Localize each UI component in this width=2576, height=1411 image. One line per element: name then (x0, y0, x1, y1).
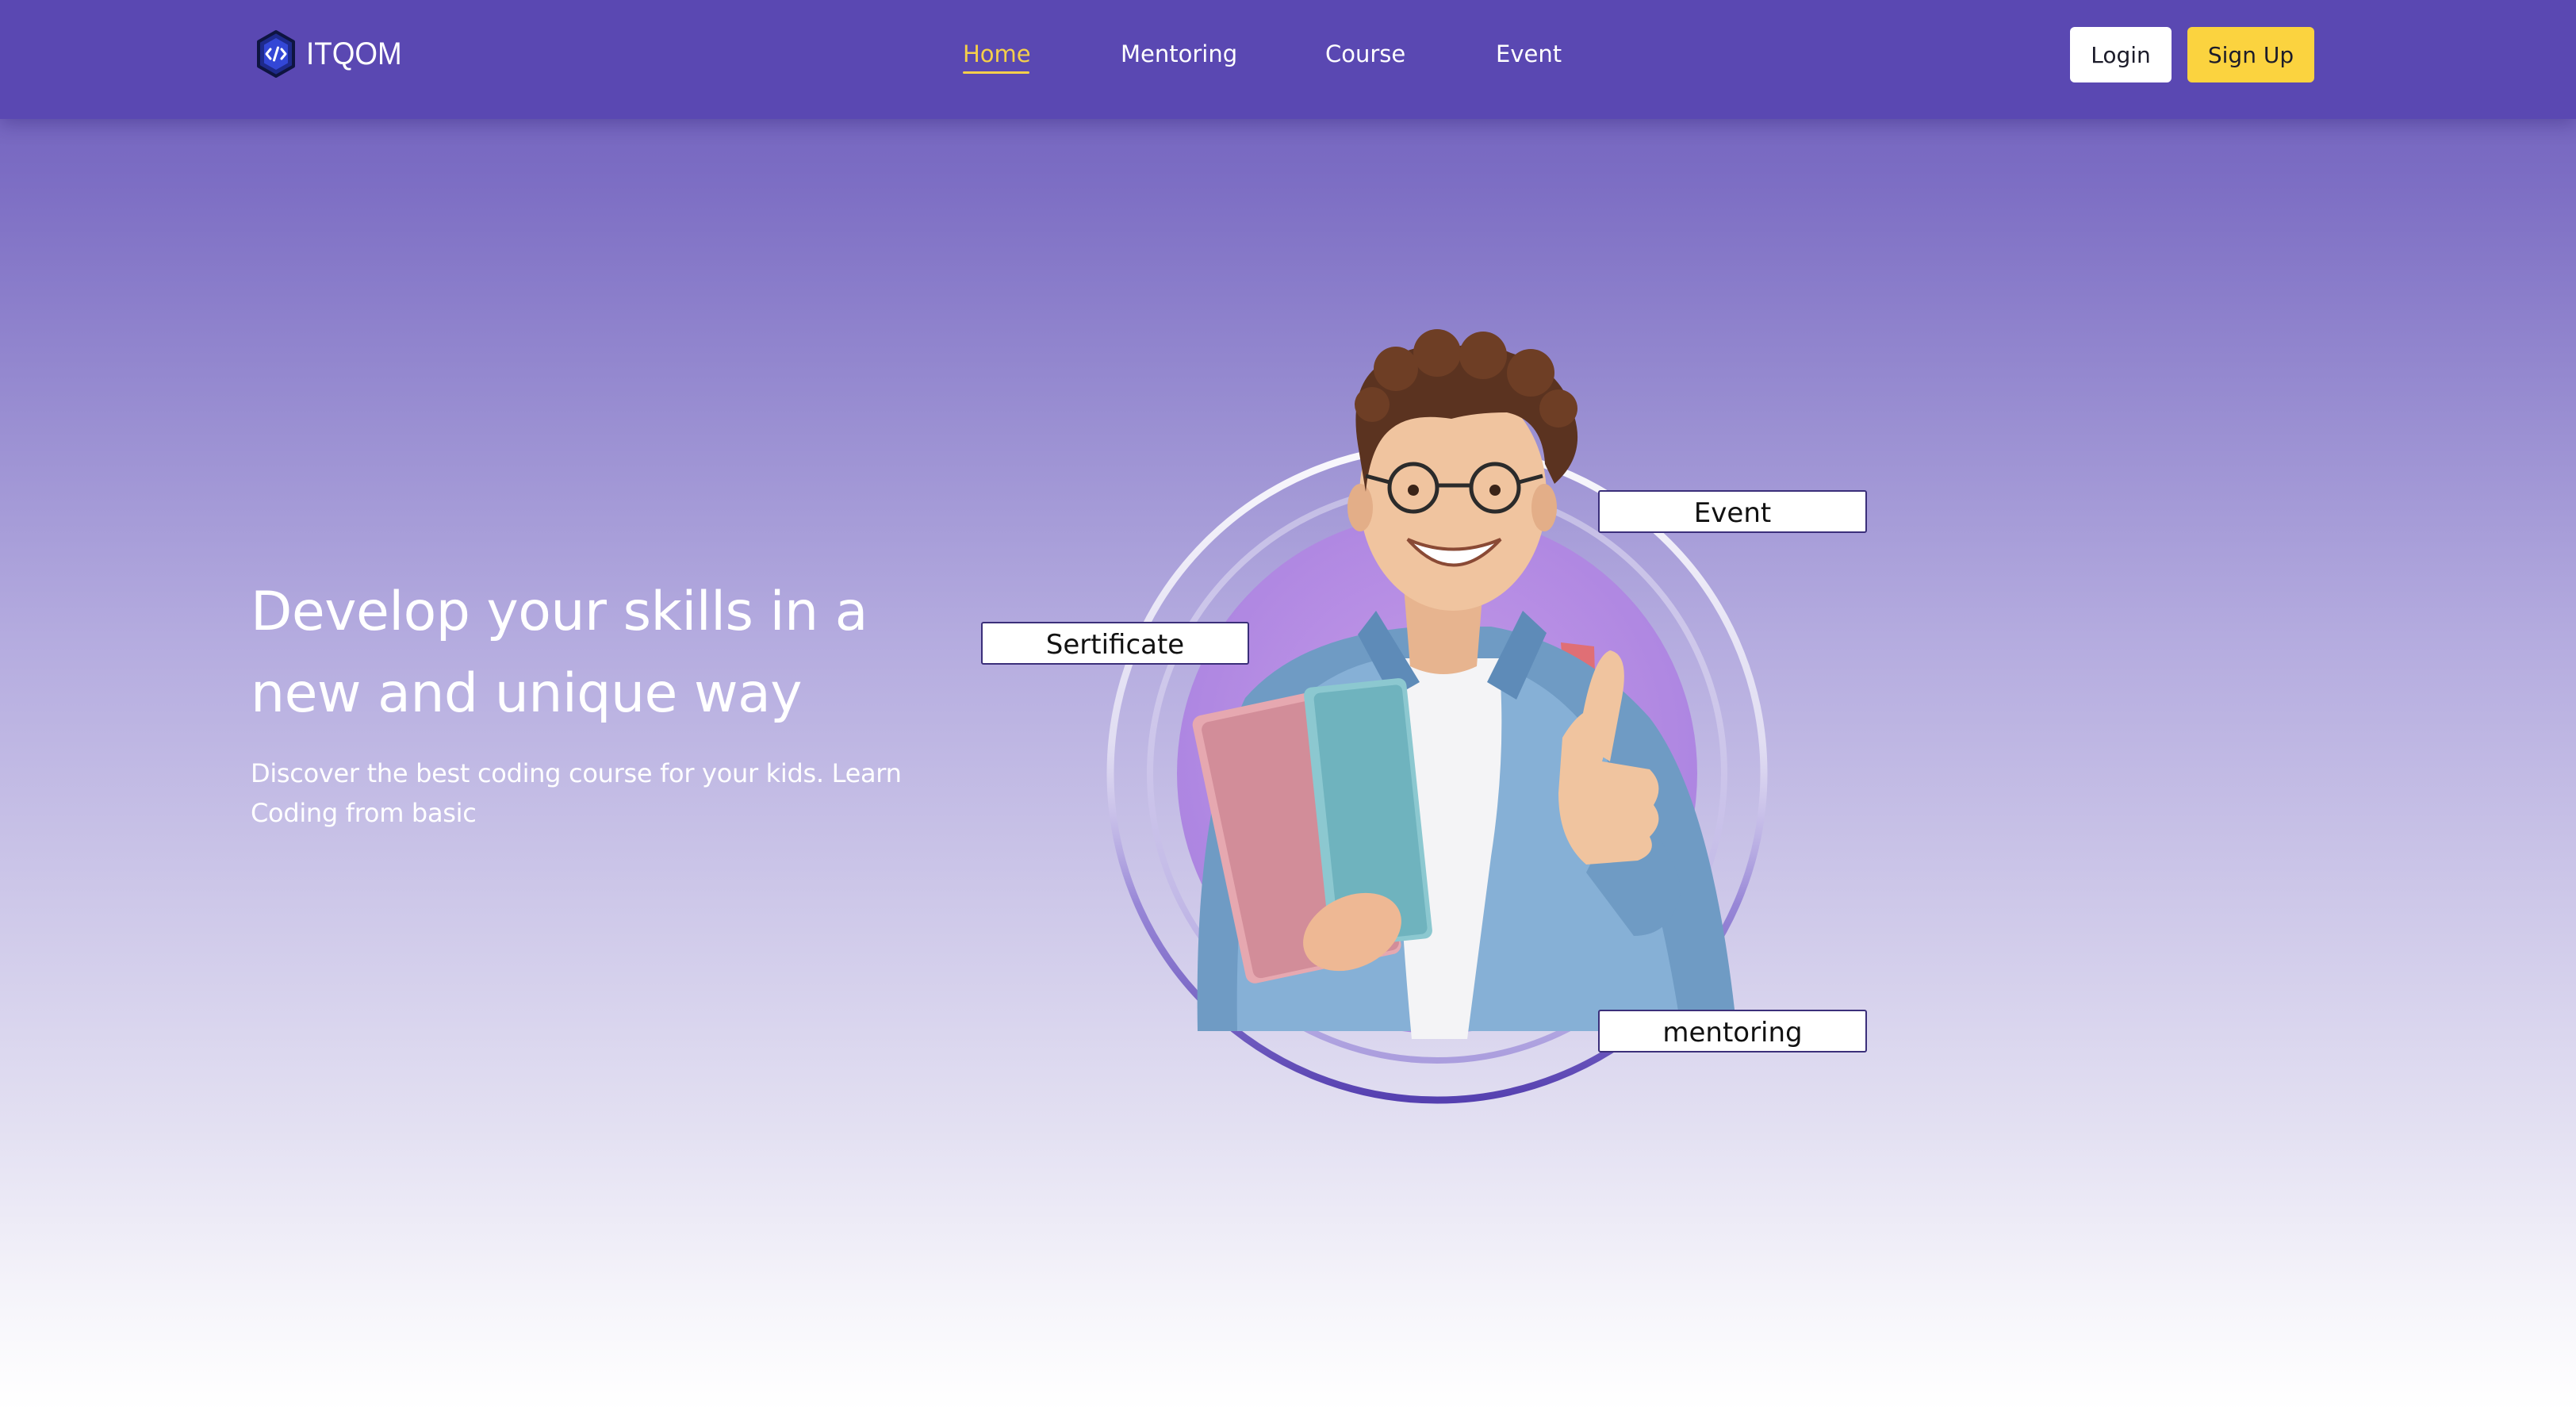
hero-subtitle: Discover the best coding course for your… (251, 758, 902, 828)
nav-link-home[interactable]: Home (963, 38, 1031, 70)
login-button[interactable]: Login (2070, 27, 2172, 82)
nav-link-course[interactable]: Course (1325, 38, 1405, 70)
nav-link-mentoring[interactable]: Mentoring (1121, 38, 1237, 70)
nav-link-event[interactable]: Event (1496, 38, 1562, 70)
brand[interactable]: ITQOM (255, 29, 410, 79)
tag-mentoring[interactable]: mentoring (1598, 1010, 1867, 1052)
hero-title: Develop your skills in a new and unique … (251, 581, 868, 725)
tag-event[interactable]: Event (1598, 490, 1867, 533)
top-navbar: ITQOM Home Mentoring Course Event Login … (0, 0, 2576, 119)
brand-name: ITQOM (306, 36, 402, 71)
sign-up-button[interactable]: Sign Up (2187, 27, 2314, 82)
tag-sertificate[interactable]: Sertificate (981, 622, 1249, 665)
hexagon-code-icon (257, 30, 295, 78)
nav-active-underline (963, 71, 1029, 74)
